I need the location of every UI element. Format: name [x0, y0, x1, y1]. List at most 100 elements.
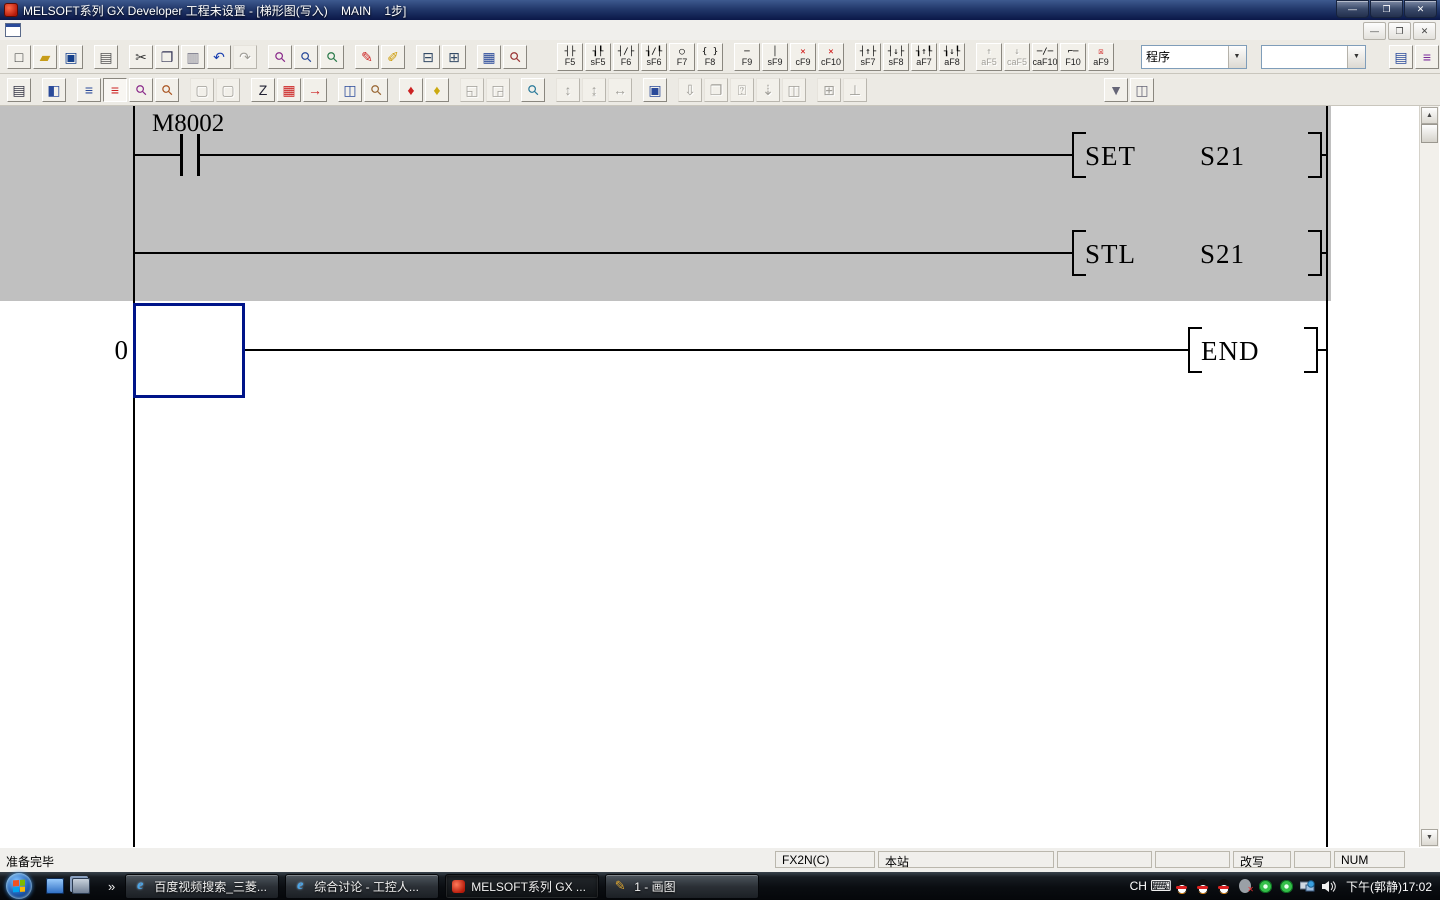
- comment-search-button[interactable]: ⚲: [503, 45, 527, 69]
- parallel-rising-pulse-button[interactable]: ┧↑┞ aF7: [911, 43, 937, 71]
- menu-item[interactable]: [69, 28, 89, 32]
- menu-item[interactable]: [209, 28, 229, 32]
- monitor-window-button[interactable]: ▣: [643, 78, 667, 102]
- taskbar-clock[interactable]: 下午(郭静)17:02: [1346, 878, 1432, 895]
- write-mode-button[interactable]: ✎: [355, 45, 379, 69]
- comment-display-button[interactable]: ≡: [77, 78, 101, 102]
- device-timer-button[interactable]: ⚲: [364, 78, 388, 102]
- horizontal-branch-button[interactable]: ⌐─ F10: [1060, 43, 1086, 71]
- network-icon[interactable]: [1300, 878, 1316, 894]
- instruction-opcode[interactable]: STL: [1085, 241, 1136, 268]
- open-contact-button[interactable]: ┤├ F5: [557, 43, 583, 71]
- statement-display-button[interactable]: ≡: [103, 78, 127, 102]
- device-comment-edit-button[interactable]: ◫: [338, 78, 362, 102]
- copy-button[interactable]: ❐: [155, 45, 179, 69]
- delete-vertical-line-button[interactable]: ✕ cF10: [818, 43, 844, 71]
- closed-contact-button[interactable]: ┤/├ F6: [613, 43, 639, 71]
- device-list-monitor-button[interactable]: ◫: [1130, 78, 1154, 102]
- contact-device-label[interactable]: M8002: [152, 111, 224, 136]
- find-device-button[interactable]: ⚲: [294, 45, 318, 69]
- parallel-open-contact-button[interactable]: ┧┞ sF5: [585, 43, 611, 71]
- declaration-yellow-button[interactable]: ♦: [425, 78, 449, 102]
- program-name-combo[interactable]: ▼: [1261, 45, 1367, 69]
- instruction-opcode[interactable]: END: [1201, 338, 1260, 365]
- menu-item[interactable]: [189, 28, 209, 32]
- menu-item[interactable]: [29, 28, 49, 32]
- undo-button[interactable]: ↶: [207, 45, 231, 69]
- ie-button[interactable]: e 综合讨论 - 工控人...: [285, 874, 439, 899]
- volume-icon[interactable]: [1321, 878, 1337, 894]
- language-indicator[interactable]: CH: [1130, 879, 1147, 893]
- scrollbar-thumb[interactable]: [1421, 124, 1438, 143]
- parallel-falling-pulse-button[interactable]: ┧↓┞ aF8: [939, 43, 965, 71]
- project-verify-button[interactable]: ▤: [1389, 45, 1413, 69]
- invert-result-button[interactable]: ─/─ caF10: [1032, 43, 1058, 71]
- horizontal-line-button[interactable]: ─ F9: [734, 43, 760, 71]
- application-instruction-button[interactable]: { } F8: [697, 43, 723, 71]
- parallel-closed-contact-button[interactable]: ┧/┞ sF6: [641, 43, 667, 71]
- qq-offline-icon[interactable]: [1237, 878, 1253, 894]
- paste-button[interactable]: ▥: [181, 45, 205, 69]
- coil-button[interactable]: ◯ F7: [669, 43, 695, 71]
- quick-launch-overflow-chevron[interactable]: »: [108, 879, 115, 894]
- zoom-out-button[interactable]: ⊟: [416, 45, 440, 69]
- antivirus-icon[interactable]: [1258, 878, 1274, 894]
- menu-item[interactable]: [49, 28, 69, 32]
- start-button[interactable]: [6, 873, 32, 899]
- device-find-button[interactable]: ⚲: [155, 78, 179, 102]
- cut-button[interactable]: ✂: [129, 45, 153, 69]
- vertical-scrollbar[interactable]: ▲ ▼: [1419, 106, 1439, 847]
- open-project-button[interactable]: ▰: [33, 45, 57, 69]
- convert-run-button[interactable]: ▦: [277, 78, 301, 102]
- rising-pulse-button[interactable]: ┤↑├ sF7: [855, 43, 881, 71]
- instruction-operand[interactable]: S21: [1200, 241, 1245, 268]
- monitor-mode-button[interactable]: ✐: [381, 45, 405, 69]
- combo-dropdown-icon[interactable]: ▼: [1347, 46, 1365, 68]
- find-circuit-button[interactable]: ⚲: [268, 45, 292, 69]
- print-button[interactable]: ▤: [94, 45, 118, 69]
- restore-button[interactable]: ❐: [1370, 0, 1403, 18]
- screen-switch-button[interactable]: ▦: [477, 45, 501, 69]
- project-data-list-button[interactable]: ▤: [7, 78, 31, 102]
- data-tree-button[interactable]: ≡: [1415, 45, 1439, 69]
- delete-horizontal-line-button[interactable]: ✕ cF9: [790, 43, 816, 71]
- mdi-minimize-button[interactable]: —: [1363, 22, 1386, 40]
- window-switcher-icon[interactable]: [72, 878, 90, 894]
- device-test-button[interactable]: ⚲: [521, 78, 545, 102]
- ie-button[interactable]: e 百度视频搜索_三菱...: [125, 874, 279, 899]
- mdi-restore-button[interactable]: ❐: [1388, 22, 1411, 40]
- qq-penguin-icon[interactable]: [1216, 878, 1232, 894]
- mdi-document-icon[interactable]: [5, 23, 21, 37]
- instruction-opcode[interactable]: SET: [1085, 143, 1136, 170]
- convert-all-button[interactable]: →: [303, 78, 327, 102]
- gx-developer-button[interactable]: MELSOFT系列 GX ...: [445, 874, 599, 899]
- combo-dropdown-icon[interactable]: ▼: [1228, 46, 1246, 68]
- new-project-button[interactable]: □: [7, 45, 31, 69]
- filter-display-button[interactable]: ▼: [1104, 78, 1128, 102]
- mdi-close-button[interactable]: ✕: [1413, 22, 1436, 40]
- delete-rung-button[interactable]: ☒ aF9: [1088, 43, 1114, 71]
- menu-item[interactable]: [89, 28, 109, 32]
- declaration-red-button[interactable]: ♦: [399, 78, 423, 102]
- vertical-line-button[interactable]: │ sF9: [762, 43, 788, 71]
- note-display-button[interactable]: ⚲: [129, 78, 153, 102]
- save-project-button[interactable]: ▣: [59, 45, 83, 69]
- close-button[interactable]: ✕: [1404, 0, 1437, 18]
- menu-item[interactable]: [109, 28, 129, 32]
- menu-item[interactable]: [129, 28, 149, 32]
- keyboard-icon[interactable]: ⌨: [1153, 878, 1169, 894]
- zoom-in-button[interactable]: ⊞: [442, 45, 466, 69]
- qq-penguin-icon[interactable]: [1174, 878, 1190, 894]
- ladder-editor[interactable]: M8002 SET S21 STL S21 0 END ▲ ▼: [0, 106, 1440, 847]
- program-type-combo[interactable]: 程序 ▼: [1141, 45, 1247, 69]
- minimize-button[interactable]: —: [1336, 0, 1369, 18]
- paint-button[interactable]: ✎ 1 - 画图: [605, 874, 759, 899]
- instruction-operand[interactable]: S21: [1200, 143, 1245, 170]
- falling-pulse-button[interactable]: ┤↓├ sF8: [883, 43, 909, 71]
- show-desktop-icon[interactable]: [46, 878, 64, 894]
- antivirus-icon[interactable]: [1279, 878, 1295, 894]
- convert-button[interactable]: Z: [251, 78, 275, 102]
- scroll-up-button[interactable]: ▲: [1421, 107, 1438, 124]
- scroll-down-button[interactable]: ▼: [1421, 829, 1438, 846]
- menu-item[interactable]: [169, 28, 189, 32]
